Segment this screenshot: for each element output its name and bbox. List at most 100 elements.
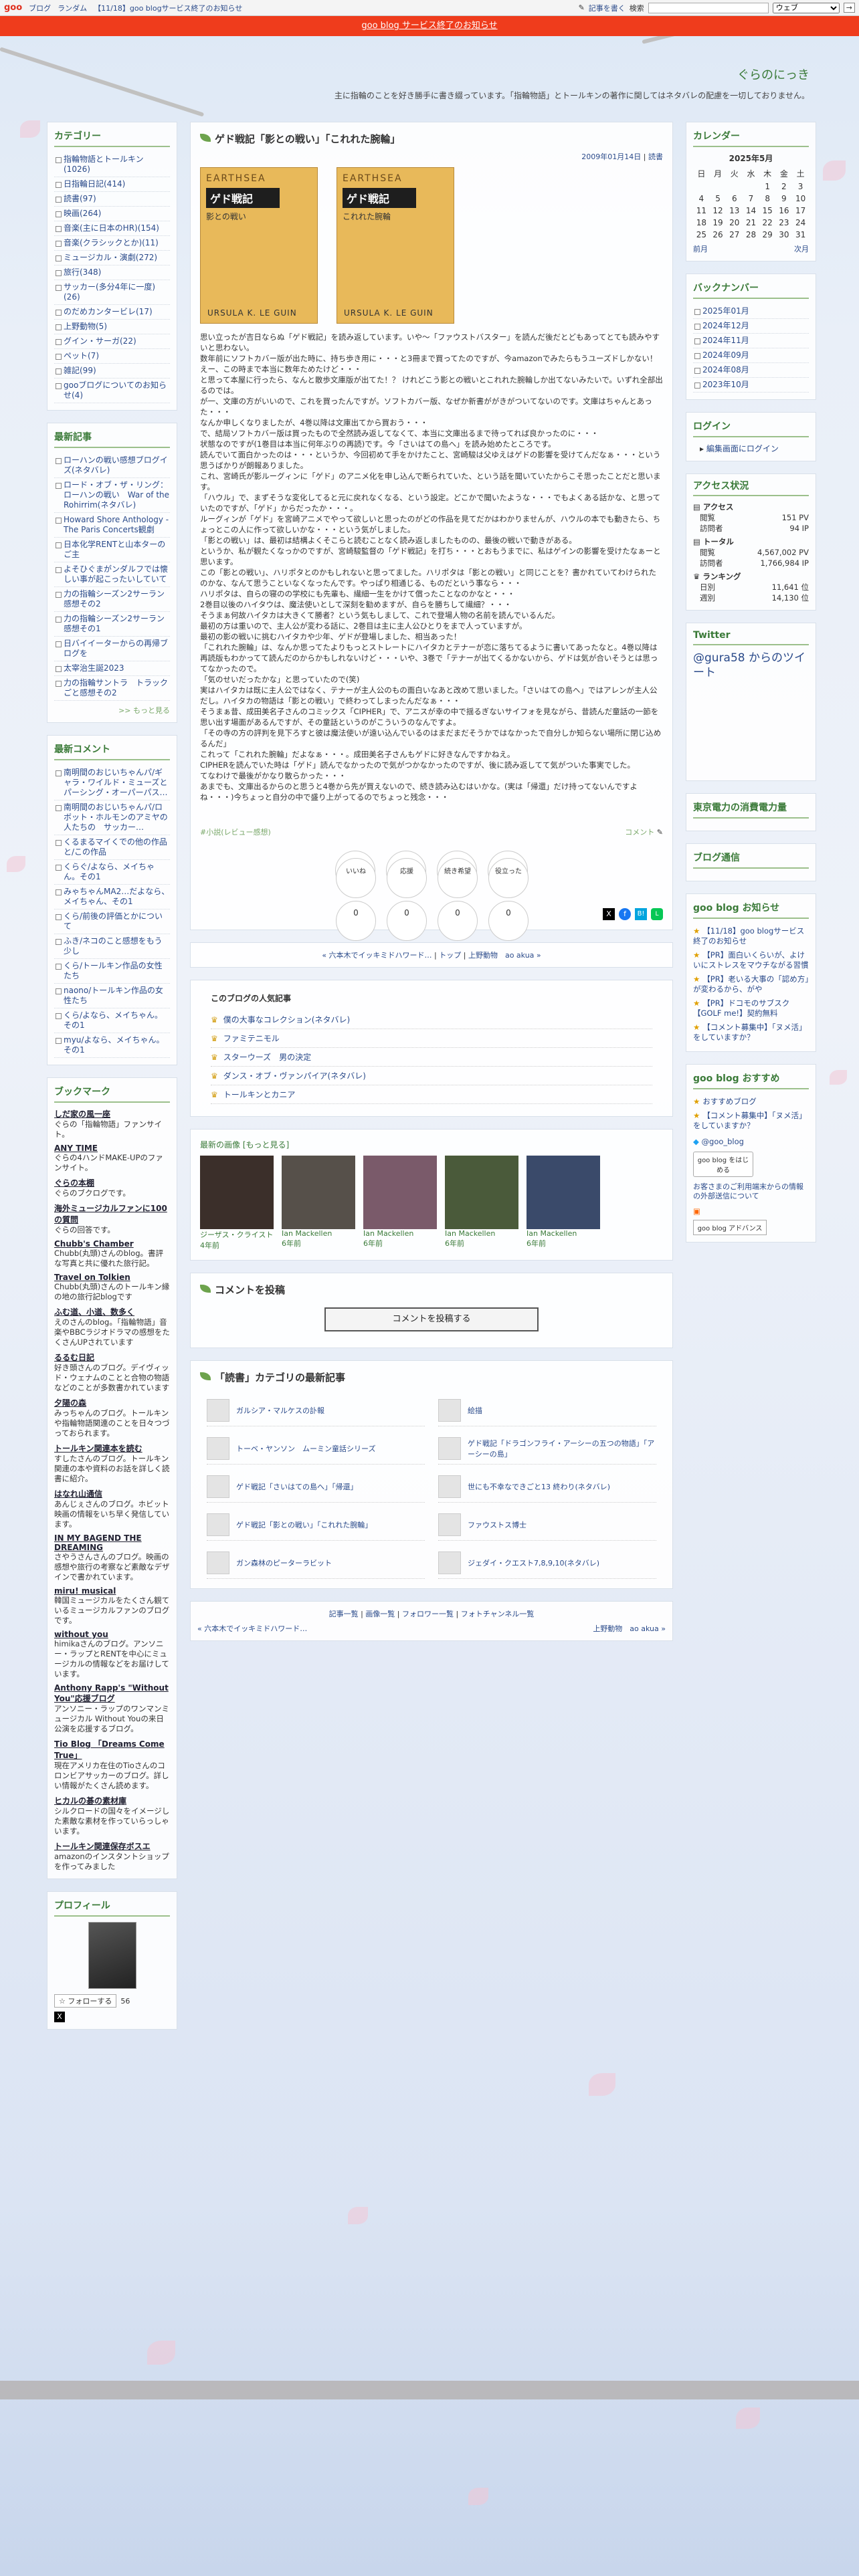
- latest-thumbnail[interactable]: [200, 1156, 274, 1229]
- catnew-link[interactable]: 世にも不幸なできごと13 終わり(ネタバレ): [468, 1481, 610, 1492]
- recent-item-link[interactable]: ロード・オブ・ザ・リング：ローハンの戦い War of the Rohirrim…: [64, 480, 169, 510]
- category-item-link[interactable]: 音楽(クラシックとか)(11): [64, 238, 159, 247]
- recent-item-link[interactable]: 日本化学RENTと山本ターのご主: [64, 540, 165, 559]
- category-item-link[interactable]: 雑記(99): [64, 366, 96, 375]
- latest-image-item[interactable]: Ian Mackellen 6年前: [282, 1156, 355, 1251]
- popular-link[interactable]: トールキンとカニア: [223, 1090, 296, 1099]
- category-item-link[interactable]: 読書(97): [64, 194, 96, 203]
- comment-item-link[interactable]: naono/トールキン作品の女性たち: [64, 986, 163, 1005]
- comment-item-link[interactable]: くら/トールキン作品の女性たち: [64, 961, 163, 980]
- catnew-item[interactable]: ガルシア・マルケスの訃報: [207, 1395, 425, 1426]
- backnumber-item-link[interactable]: 2024年09月: [702, 350, 749, 360]
- search-input[interactable]: [648, 2, 769, 13]
- recent-item-link[interactable]: 日バイイーターからの再帰ブログを: [64, 639, 168, 658]
- category-item-link[interactable]: 旅行(348): [64, 267, 101, 277]
- nav-next-link[interactable]: 上野動物 ao akua »: [468, 951, 541, 960]
- x-share-icon[interactable]: X: [54, 2012, 65, 2022]
- category-item-link[interactable]: 日指輪日記(414): [64, 179, 125, 189]
- goo-advance-button[interactable]: goo blog アドバンス: [693, 1220, 767, 1235]
- catnew-link[interactable]: ガルシア・マルケスの訃報: [236, 1405, 324, 1416]
- recent-item-link[interactable]: Howard Shore Anthology -The Paris Concer…: [64, 515, 169, 534]
- bookmark-link[interactable]: Anthony Rapp's "Without You"応援ブログ: [54, 1683, 170, 1704]
- bookmark-link[interactable]: ヒカルの碁の素材庫: [54, 1795, 170, 1806]
- backnumber-item-link[interactable]: 2025年01月: [702, 306, 749, 316]
- recent-item-link[interactable]: 力の指輪シーズン2サーラン感想その2: [64, 589, 165, 609]
- recent-item-link[interactable]: 力の指輪シーズン2サーラン感想その1: [64, 614, 165, 633]
- comment-item-link[interactable]: ふき/ネコのこと感想をもう少し: [64, 936, 162, 956]
- comment-item-link[interactable]: myu/よなら、メイちゃん。その1: [64, 1035, 164, 1055]
- category-item-link[interactable]: 上野動物(5): [64, 322, 107, 331]
- footer-next-link[interactable]: 上野動物 ao akua »: [593, 1623, 666, 1634]
- comment-item-link[interactable]: みゃちゃんMA2…だよなら、メイちゃん、その1: [64, 887, 169, 906]
- nav-prev-link[interactable]: « 六本木でイッキミドハワード…: [322, 951, 432, 960]
- category-item-link[interactable]: 指輪物語とトールキン(1026): [64, 154, 144, 174]
- search-submit-button[interactable]: →: [843, 3, 855, 13]
- facebook-share-icon[interactable]: f: [619, 908, 631, 920]
- catnew-item[interactable]: トーベ・ヤンソン ムーミン童話シリーズ: [207, 1433, 425, 1465]
- goo-info-link[interactable]: 【PR】面白いくらいが、よけいにストレスをマウチながる習慣: [693, 950, 809, 970]
- recent-item-link[interactable]: 太宰治生誕2023: [64, 663, 124, 673]
- footer-prev-link[interactable]: « 六本木でイッキミドハワード…: [197, 1623, 307, 1634]
- category-item-link[interactable]: サッカー(多分4年に一度)(26): [64, 282, 155, 302]
- comment-item-link[interactable]: くら/よなら、メイちゃん。その1: [64, 1010, 163, 1030]
- popular-link[interactable]: スターウーズ 男の決定: [223, 1053, 311, 1062]
- catnew-link[interactable]: ゲド戦記「さいはての島へ」「帰還」: [236, 1481, 358, 1492]
- goo-blog-twitter-link[interactable]: @goo_blog: [702, 1137, 744, 1146]
- x-share-icon[interactable]: X: [603, 908, 615, 920]
- footer-link[interactable]: 記事一覧: [329, 1610, 359, 1618]
- goo-recommend-link[interactable]: 【コメント募集中】「ヌメ活」をしていますか？: [693, 1111, 807, 1130]
- catnew-link[interactable]: ゲド戦記「影との戦い」「これれた腕輪」: [236, 1519, 372, 1530]
- reaction-button[interactable]: 役立った 0: [488, 851, 529, 941]
- search-scope-select[interactable]: ウェブ: [772, 2, 840, 13]
- bookmark-link[interactable]: ANY TIME: [54, 1144, 170, 1153]
- goo-info-link[interactable]: 【11/18】goo blogサービス終了のお知らせ: [693, 926, 804, 946]
- bookmark-link[interactable]: miru! musical: [54, 1586, 170, 1596]
- category-item-link[interactable]: 音楽(主に日本のHR)(154): [64, 223, 159, 233]
- calendar-next-link[interactable]: 次月: [794, 243, 809, 254]
- category-item-link[interactable]: ミュージカル・演劇(272): [64, 253, 157, 262]
- latest-more-link[interactable]: [もっと見る]: [243, 1140, 289, 1150]
- follow-button[interactable]: ☆ フォローする: [54, 1994, 117, 2008]
- catnew-link[interactable]: ジェダイ・クエスト7,8,9,10(ネタバレ): [468, 1558, 599, 1568]
- catnew-item[interactable]: ファウストス博士: [438, 1509, 656, 1541]
- catnew-item[interactable]: 絵描: [438, 1395, 656, 1426]
- latest-image-label[interactable]: Ian Mackellen: [282, 1229, 355, 1238]
- catnew-item[interactable]: ガン森林のピーターラビット: [207, 1547, 425, 1579]
- nav-top-link[interactable]: トップ: [439, 951, 461, 960]
- bookmark-link[interactable]: 夕陽の森: [54, 1397, 170, 1408]
- article-title[interactable]: ゲド戦記「影との戦い」「これれた腕輪」: [200, 132, 663, 146]
- post-comment-button[interactable]: コメントを投稿する: [324, 1307, 539, 1331]
- catnew-item[interactable]: ゲド戦記「ドラゴンフライ・アーシーの五つの物語」「アーシーの島」: [438, 1433, 656, 1465]
- toolbar-notice-link[interactable]: 【11/18】goo blogサービス終了のお知らせ: [94, 3, 242, 13]
- write-article-link[interactable]: 記事を書く: [589, 3, 626, 13]
- catnew-link[interactable]: トーベ・ヤンソン ムーミン童話シリーズ: [236, 1443, 375, 1454]
- latest-image-label[interactable]: ジーザス・クライスト: [200, 1229, 274, 1240]
- popular-link[interactable]: 僕の大事なコレクション(ネタバレ): [223, 1015, 350, 1025]
- latest-image-label[interactable]: Ian Mackellen: [527, 1229, 600, 1238]
- bookmark-link[interactable]: Travel on Tolkien: [54, 1273, 170, 1282]
- recent-item-link[interactable]: ローハンの戦い感想ブログイズ(ネタバレ): [64, 455, 168, 475]
- bookmark-link[interactable]: はなれ山通信: [54, 1488, 170, 1499]
- blog-title[interactable]: ぐらのにっき: [737, 66, 809, 83]
- login-link[interactable]: 編集画面にログイン: [706, 444, 779, 453]
- bookmark-link[interactable]: ふむ道、小道、数多く: [54, 1306, 170, 1317]
- goo-info-link[interactable]: 【PR】老いる大事の「認め方」が変わるから、がや: [693, 974, 809, 994]
- backnumber-item-link[interactable]: 2023年10月: [702, 380, 749, 389]
- popular-link[interactable]: ファミテニモル: [223, 1034, 280, 1043]
- footer-link[interactable]: フォトチャンネル一覧: [461, 1610, 535, 1618]
- article-tag-link[interactable]: #小説(レビュー感想): [200, 827, 271, 837]
- profile-avatar[interactable]: [88, 1922, 136, 1989]
- reaction-button[interactable]: 続き希望 0: [437, 851, 478, 941]
- catnew-link[interactable]: ファウストス博士: [468, 1519, 527, 1530]
- bookmark-link[interactable]: without you: [54, 1630, 170, 1639]
- catnew-item[interactable]: ゲド戦記「さいはての島へ」「帰還」: [207, 1471, 425, 1503]
- latest-image-item[interactable]: Ian Mackellen 6年前: [445, 1156, 518, 1251]
- goo-logo[interactable]: goo: [4, 3, 22, 13]
- bookmark-link[interactable]: IN MY BAGEND THE DREAMING: [54, 1533, 170, 1552]
- toolbar-link-random[interactable]: ランダム: [58, 3, 87, 13]
- category-item-link[interactable]: ペット(7): [64, 351, 99, 360]
- latest-image-item[interactable]: Ian Mackellen 6年前: [527, 1156, 600, 1251]
- bookmark-link[interactable]: Chubb's Chamber: [54, 1239, 170, 1249]
- recent-item-link[interactable]: 力の指輪サントラ トラックごと感想その2: [64, 678, 168, 697]
- comment-item-link[interactable]: 南明間のおじいちゃんパ/ギャラ・ワイルド・ミューズとパーシング・オーパーパス…: [64, 768, 168, 797]
